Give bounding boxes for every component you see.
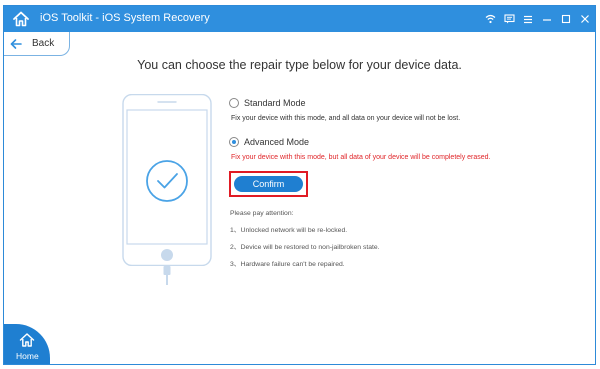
attention-notes: Please pay attention: 1、Unlocked network… [230, 205, 530, 273]
advanced-mode-radio[interactable] [229, 137, 239, 147]
confirm-highlight: Confirm [229, 171, 308, 197]
back-label: Back [32, 38, 55, 49]
standard-mode-radio[interactable] [229, 98, 239, 108]
attention-item: 1、Unlocked network will be re-locked. [230, 227, 348, 234]
home-label: Home [16, 351, 39, 361]
attention-item: 2、Device will be restored to non-jailbro… [230, 244, 380, 251]
maximize-icon[interactable] [560, 13, 572, 25]
standard-mode-option[interactable]: Standard Mode [229, 96, 559, 110]
advanced-mode-description: Fix your device with this mode, but all … [231, 154, 491, 161]
confirm-button[interactable]: Confirm [234, 176, 303, 192]
wifi-icon[interactable] [484, 13, 496, 25]
standard-mode-label: Standard Mode [244, 98, 306, 108]
window-title: iOS Toolkit - iOS System Recovery [40, 12, 210, 24]
back-button[interactable]: Back [4, 32, 70, 56]
phone-illustration [122, 94, 212, 266]
page-heading: You can choose the repair type below for… [137, 58, 462, 72]
back-arrow-icon [10, 38, 22, 49]
home-icon[interactable] [12, 10, 30, 28]
standard-mode-description: Fix your device with this mode, and all … [231, 115, 461, 122]
checkmark-icon [146, 160, 188, 202]
minimize-icon[interactable] [541, 13, 553, 25]
attention-title: Please pay attention: [230, 210, 294, 217]
window-controls [484, 6, 591, 32]
home-icon [19, 333, 35, 347]
advanced-mode-option[interactable]: Advanced Mode [229, 135, 559, 149]
title-bar: iOS Toolkit - iOS System Recovery [4, 6, 595, 32]
close-icon[interactable] [579, 13, 591, 25]
repair-options: Standard Mode Fix your device with this … [229, 96, 559, 161]
home-button[interactable]: Home [4, 324, 50, 364]
attention-item: 3、Hardware failure can't be repaired. [230, 261, 345, 268]
feedback-icon[interactable] [503, 13, 515, 25]
app-window: iOS Toolkit - iOS System Recovery Back Y… [3, 5, 596, 365]
menu-icon[interactable] [522, 13, 534, 25]
advanced-mode-label: Advanced Mode [244, 137, 310, 147]
usb-cable-icon [163, 266, 171, 285]
